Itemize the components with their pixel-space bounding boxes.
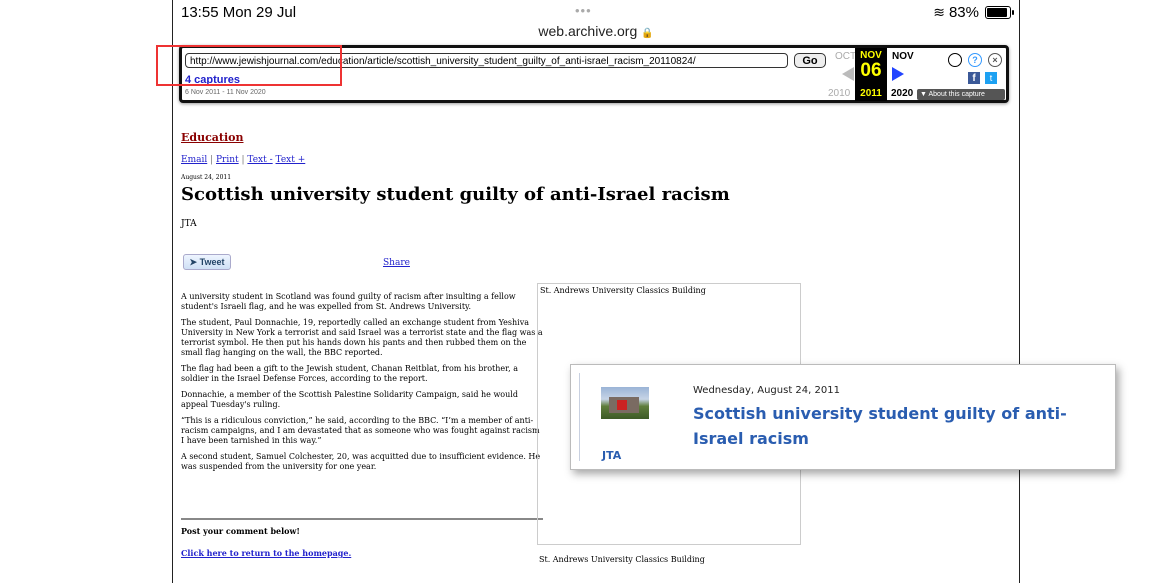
status-time: 13:55 Mon 29 Jul: [181, 4, 297, 21]
article-paragraph: A university student in Scotland was fou…: [181, 292, 516, 311]
domain-text: web.archive.org: [538, 23, 638, 39]
card-accent-bar: [579, 373, 580, 461]
browser-frame: 13:55 Mon 29 Jul ••• ≋ 83% web.archive.o…: [172, 0, 1020, 583]
print-link[interactable]: Print: [216, 155, 239, 165]
email-link[interactable]: Email: [181, 155, 207, 165]
image-caption-top: St. Andrews University Classics Building: [540, 286, 706, 295]
article-paragraph: The flag had been a gift to the Jewish s…: [181, 364, 518, 383]
current-day: 06: [860, 60, 882, 81]
facebook-icon[interactable]: f: [968, 72, 980, 84]
share-link[interactable]: Share: [383, 258, 410, 268]
current-year: 2011: [860, 88, 882, 99]
card-source: JTA: [602, 449, 622, 462]
card-date: Wednesday, August 24, 2011: [693, 385, 840, 396]
article-date: August 24, 2011: [181, 174, 232, 181]
article-paragraph: Donnachie, a member of the Scottish Pale…: [181, 390, 518, 409]
about-capture-button[interactable]: ▼ About this capture: [917, 89, 1005, 100]
article-byline: JTA: [181, 219, 197, 229]
article-tools: Email | Print | Text - Text +: [181, 155, 306, 165]
link-preview-card[interactable]: JTA Wednesday, August 24, 2011 Scottish …: [570, 364, 1116, 470]
text-larger-link[interactable]: Text +: [276, 155, 306, 165]
prev-month-label[interactable]: OCT: [835, 51, 856, 62]
tweet-button[interactable]: ➤ Tweet: [183, 254, 231, 270]
text-smaller-link[interactable]: Text -: [247, 155, 272, 165]
article-paragraph: “This is a ridiculous conviction,” he sa…: [181, 416, 540, 445]
go-button[interactable]: Go: [794, 53, 826, 68]
next-month-label[interactable]: NOV: [892, 51, 914, 62]
article-body: A university student in Scotland was fou…: [181, 292, 543, 478]
post-comment-heading: Post your comment below!: [181, 526, 300, 536]
help-icon[interactable]: ?: [968, 53, 982, 67]
current-capture-date: NOV 06 2011: [855, 48, 887, 101]
twitter-bird-icon: ➤: [189, 257, 198, 267]
article-paragraph: A second student, Samuel Colchester, 20,…: [181, 452, 541, 471]
multitask-dots[interactable]: •••: [575, 3, 592, 18]
battery-percent: 83%: [948, 4, 979, 21]
lock-icon: 🔒: [641, 28, 654, 39]
article-paragraph: The student, Paul Donnachie, 19, reporte…: [181, 318, 543, 357]
highlight-box: [156, 45, 342, 86]
address-domain[interactable]: web.archive.org 🔒: [173, 23, 1019, 39]
prev-capture-arrow-icon[interactable]: [842, 67, 854, 81]
article-headline: Scottish university student guilty of an…: [181, 184, 730, 205]
prev-year-label[interactable]: 2010: [828, 88, 850, 99]
captures-range: 6 Nov 2011 - 11 Nov 2020: [185, 89, 266, 96]
next-capture-arrow-icon[interactable]: [892, 67, 904, 81]
tweet-label: Tweet: [199, 257, 225, 267]
close-icon[interactable]: ×: [988, 53, 1002, 67]
section-link[interactable]: Education: [181, 131, 244, 144]
next-year-label[interactable]: 2020: [891, 88, 913, 99]
user-icon[interactable]: [948, 53, 962, 67]
image-caption-bottom: St. Andrews University Classics Building: [539, 555, 705, 564]
card-title[interactable]: Scottish university student guilty of an…: [693, 401, 1103, 451]
battery-icon: [985, 6, 1014, 19]
twitter-icon[interactable]: t: [985, 72, 997, 84]
status-bar: 13:55 Mon 29 Jul ••• ≋ 83%: [173, 0, 1019, 22]
status-right: ≋ 83%: [933, 4, 1014, 21]
wifi-icon: ≋: [933, 4, 945, 20]
divider: [181, 518, 543, 520]
card-thumbnail: [601, 387, 649, 419]
homepage-link[interactable]: Click here to return to the homepage.: [181, 548, 351, 558]
